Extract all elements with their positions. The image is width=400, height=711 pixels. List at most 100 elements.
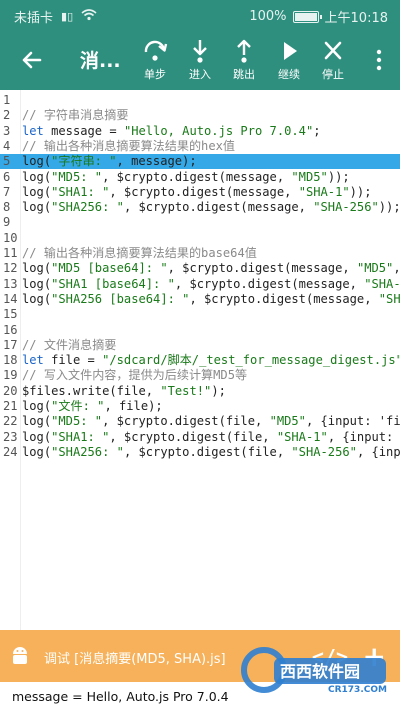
code-line[interactable]: 2 // 字符串消息摘要 [0, 108, 400, 123]
code-text: // 输出各种消息摘要算法结果的base64值 [22, 246, 257, 260]
more-vert-icon[interactable] [374, 48, 384, 72]
code-line[interactable]: 5 log("字符串: ", message); [0, 154, 400, 170]
line-number: 4 [3, 138, 11, 153]
line-number: 16 [3, 322, 18, 337]
code-text: log("SHA1: ", $crypto.digest(message, "S… [22, 184, 372, 199]
line-number: 7 [3, 184, 11, 199]
step-over-button[interactable]: 单步 [133, 38, 177, 82]
line-number: 8 [3, 200, 11, 215]
code-line[interactable]: 8 log("SHA256: ", $crypto.digest(message,… [0, 200, 400, 215]
watermark-logo: 西西软件园 CR173.COM [240, 636, 390, 700]
code-line[interactable]: 18 let file = "/sdcard/脚本/_test_for_messa… [0, 353, 400, 368]
code-text: // 文件消息摘要 [22, 337, 117, 352]
code-line[interactable]: 20 $files.write(file, "Test!"); [0, 384, 400, 399]
line-number: 12 [3, 261, 18, 276]
clock: 上午10:18 [324, 11, 388, 26]
line-number: 9 [3, 215, 11, 230]
code-text: log("SHA1 [base64]: ", $crypto.digest(me… [22, 276, 400, 291]
code-line[interactable]: 17 // 文件消息摘要 [0, 338, 400, 353]
signal-icon: ▮▯ [61, 10, 74, 23]
step-over-label: 单步 [144, 68, 166, 81]
code-text: // 写入文件内容，提供为后续计算MD5等 [22, 368, 248, 383]
step-into-button[interactable]: 进入 [178, 38, 222, 82]
code-line[interactable]: 7 log("SHA1: ", $crypto.digest(message, "… [0, 185, 400, 200]
wifi-icon [81, 8, 97, 25]
code-text: log("MD5 [base64]: ", $crypto.digest(mes… [22, 261, 400, 276]
step-over-icon [144, 40, 168, 61]
code-line[interactable]: 12 log("MD5 [base64]: ", $crypto.digest(m… [0, 261, 400, 276]
code-text: let message = "Hello, Auto.js Pro 7.0.4"… [22, 123, 321, 138]
code-text: log("SHA256: ", $crypto.digest(file, "SH… [22, 444, 400, 459]
line-number: 18 [3, 353, 18, 368]
code-line[interactable]: 16 [0, 323, 400, 338]
line-number: 6 [3, 169, 11, 184]
code-line[interactable]: 6 log("MD5: ", $crypto.digest(message, "M… [0, 170, 400, 185]
code-line[interactable]: 19 // 写入文件内容，提供为后续计算MD5等 [0, 368, 400, 383]
line-number: 15 [3, 307, 18, 322]
close-icon [324, 41, 342, 60]
code-line[interactable]: 23 log("SHA1: ", $crypto.digest(file, "SH… [0, 430, 400, 445]
code-line[interactable]: 1 [0, 93, 400, 108]
continue-label: 继续 [278, 68, 300, 81]
step-out-button[interactable]: 跳出 [222, 38, 266, 82]
code-line[interactable]: 10 [0, 231, 400, 246]
code-line[interactable]: 24 log("SHA256: ", $crypto.digest(file, "… [0, 445, 400, 460]
code-line[interactable]: 4 // 输出各种消息摘要算法结果的hex值 [0, 139, 400, 154]
code-text: $files.write(file, "Test!"); [22, 383, 226, 398]
step-out-label: 跳出 [233, 68, 255, 81]
toolbar: 消... 单步 进入 跳出 继续 停止 [0, 30, 400, 90]
code-text: log("文件: ", file); [22, 399, 163, 413]
play-icon [284, 42, 297, 60]
debug-title[interactable]: 调试 [消息摘要(MD5, SHA).js] [44, 648, 226, 667]
step-out-icon [237, 39, 251, 63]
line-number: 11 [3, 246, 18, 260]
line-number: 2 [3, 108, 11, 123]
line-number: 24 [3, 444, 18, 459]
continue-button[interactable]: 继续 [267, 38, 311, 82]
line-number: 3 [3, 123, 11, 138]
code-line[interactable]: 15 [0, 307, 400, 322]
step-into-label: 进入 [189, 68, 211, 81]
code-editor[interactable]: 1 2 // 字符串消息摘要 3 let message = "Hello, Auto.… [0, 90, 400, 630]
code-text: log("SHA256 [base64]: ", $crypto.digest(… [22, 291, 400, 306]
console-line: message = Hello, Auto.js Pro 7.0.4 [12, 689, 229, 704]
code-line[interactable]: 13 log("SHA1 [base64]: ", $crypto.digest(… [0, 277, 400, 292]
script-title: 消... [80, 50, 121, 72]
line-number: 23 [3, 429, 18, 444]
line-number: 1 [3, 93, 11, 107]
stop-label: 停止 [322, 68, 344, 81]
line-number: 22 [3, 414, 18, 429]
line-number: 14 [3, 291, 18, 306]
code-line[interactable]: 9 [0, 215, 400, 230]
code-text: let file = "/sdcard/脚本/_test_for_message… [22, 353, 400, 368]
watermark-graphic: 西西软件园 CR173.COM [241, 647, 387, 695]
code-line[interactable]: 21 log("文件: ", file); [0, 399, 400, 414]
svg-text:西西软件园: 西西软件园 [280, 662, 360, 681]
battery-percent: 100% [249, 9, 287, 24]
line-number: 13 [3, 276, 18, 291]
code-text: log("字符串: ", message); [22, 154, 197, 169]
code-text: log("MD5: ", $crypto.digest(message, "MD… [22, 169, 350, 184]
stop-button[interactable]: 停止 [311, 38, 355, 82]
carrier-text: 未插卡 [14, 11, 54, 26]
line-number: 20 [3, 383, 18, 398]
line-number: 5 [3, 154, 11, 169]
code-line[interactable]: 3 let message = "Hello, Auto.js Pro 7.0.4… [0, 124, 400, 139]
line-number: 17 [3, 337, 18, 352]
status-bar: 未插卡 ▮▯ 100% 上午10:18 [0, 0, 400, 30]
android-icon[interactable] [10, 645, 30, 667]
step-into-icon [193, 40, 207, 63]
line-number: 19 [3, 368, 18, 383]
code-line[interactable]: 14 log("SHA256 [base64]: ", $crypto.diges… [0, 292, 400, 307]
svg-text:CR173.COM: CR173.COM [328, 685, 387, 695]
battery-icon [292, 10, 322, 23]
back-arrow-icon[interactable] [16, 44, 48, 76]
code-text: log("SHA256: ", $crypto.digest(message, … [22, 200, 400, 215]
code-line[interactable]: 11 // 输出各种消息摘要算法结果的base64值 [0, 246, 400, 261]
line-number: 21 [3, 399, 18, 413]
code-text: log("SHA1: ", $crypto.digest(file, "SHA-… [22, 429, 394, 444]
code-text: // 字符串消息摘要 [22, 108, 129, 123]
line-number: 10 [3, 230, 18, 245]
code-line[interactable]: 22 log("MD5: ", $crypto.digest(file, "MD5… [0, 414, 400, 429]
code-text: // 输出各种消息摘要算法结果的hex值 [22, 138, 235, 153]
